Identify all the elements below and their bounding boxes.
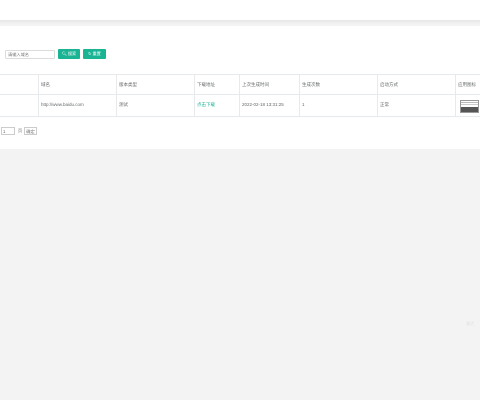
column-header-launch-mode[interactable]: 启动方式 xyxy=(377,75,455,95)
cell-domain: http://www.baidu.com xyxy=(38,95,116,116)
column-header-version-type[interactable]: 版本类型 xyxy=(116,75,194,95)
page-jump-button[interactable]: 确定 xyxy=(24,127,37,135)
navbar-shadow xyxy=(0,20,480,24)
table-header-row: 域名 版本类型 下载地址 上次生成时间 生成次数 启动方式 应用图标 xyxy=(0,74,480,95)
cell-count: 1 xyxy=(299,95,377,116)
page-unit-label: 页 xyxy=(18,128,23,133)
reset-button-label: 重置 xyxy=(92,51,101,56)
column-header-index xyxy=(0,75,38,95)
column-header-last-generated[interactable]: 上次生成时间 xyxy=(239,75,299,95)
cell-launch-mode: 正常 xyxy=(377,95,455,116)
column-header-count[interactable]: 生成次数 xyxy=(299,75,377,95)
cell-last-generated: 2022-02-18 13:31:25 xyxy=(239,95,299,116)
search-button[interactable]: 🔍︎搜索 xyxy=(58,49,80,59)
download-link[interactable]: 点击下载 xyxy=(197,102,215,107)
domain-search-input[interactable] xyxy=(5,50,55,59)
cell-version-type: 测试 xyxy=(116,95,194,116)
search-icon: 🔍︎ xyxy=(61,51,67,56)
table-row[interactable]: http://www.baidu.com 测试 点击下载 2022-02-18 … xyxy=(0,94,480,117)
cell-index xyxy=(0,95,38,116)
column-header-download[interactable]: 下载地址 xyxy=(194,75,239,95)
cell-app-icon xyxy=(455,95,480,116)
search-button-label: 搜索 xyxy=(67,51,77,56)
results-table: 域名 版本类型 下载地址 上次生成时间 生成次数 启动方式 应用图标 http:… xyxy=(0,74,480,117)
column-header-domain[interactable]: 域名 xyxy=(38,75,116,95)
column-header-app-icon[interactable]: 应用图标 xyxy=(455,75,480,95)
top-navbar xyxy=(0,0,480,20)
cell-download: 点击下载 xyxy=(194,95,239,116)
activation-watermark: 激活 xyxy=(466,321,474,326)
app-icon-thumbnail[interactable] xyxy=(460,100,479,113)
refresh-icon: ↻ xyxy=(88,51,92,56)
page-number-input[interactable] xyxy=(1,127,15,135)
reset-button[interactable]: ↻重置 xyxy=(83,49,106,59)
